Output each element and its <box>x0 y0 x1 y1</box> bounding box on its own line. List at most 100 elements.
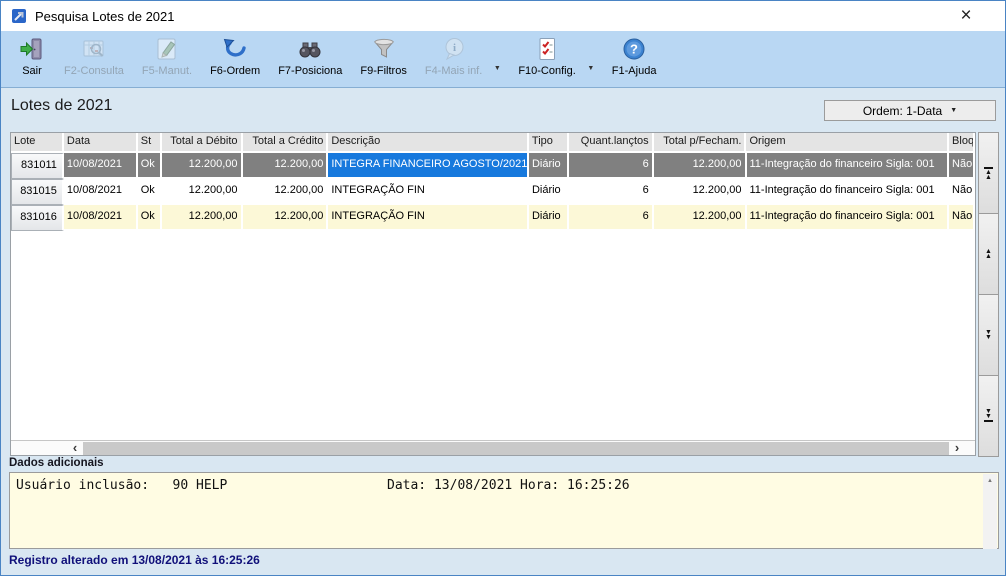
datetime-text: Data: 13/08/2021 Hora: 16:25:26 <box>387 478 630 493</box>
status-text: Registro alterado em 13/08/2021 às 16:25… <box>9 553 260 567</box>
cell-total-p-fecham[interactable]: 12.200,00 <box>654 179 747 205</box>
last-record-button[interactable]: ▼▼ <box>978 375 999 457</box>
cell-tipo[interactable]: Diário <box>529 179 569 205</box>
column-header-descri-o[interactable]: Descrição <box>328 133 529 153</box>
chevron-down-icon[interactable]: ▼ <box>585 65 597 72</box>
column-header-total-p-fecham[interactable]: Total p/Fecham. <box>654 133 747 153</box>
column-header-total-a-cr-dito[interactable]: Total a Crédito <box>243 133 329 153</box>
toolbar-button-label: F4-Mais inf. <box>425 65 482 77</box>
cell-lote[interactable]: 831015 <box>11 179 64 205</box>
cell-descri-o[interactable]: INTEGRA FINANCEIRO AGOSTO/2021 <box>328 153 529 179</box>
order-dropdown[interactable]: Ordem: 1-Data ▼ <box>824 100 996 121</box>
horizontal-scrollbar[interactable]: ‹ › <box>11 440 975 455</box>
toolbar-button-f9-filtros[interactable]: F9-Filtros <box>357 35 409 78</box>
toolbar-button-label: F10-Config. <box>518 65 575 77</box>
toolbar-button-label: F9-Filtros <box>360 65 406 77</box>
chevron-down-icon: ▼ <box>950 107 957 114</box>
toolbar-button-f5-manut: F5-Manut. <box>139 35 195 78</box>
scroll-up-icon[interactable]: ▲ <box>983 474 997 488</box>
cell-total-a-d-bito[interactable]: 12.200,00 <box>162 153 243 179</box>
cell-tipo[interactable]: Diário <box>529 153 569 179</box>
chevron-down-icon[interactable]: ▼ <box>491 65 503 72</box>
cell-bloq[interactable]: Não <box>949 205 975 231</box>
svg-text:?: ? <box>630 42 638 57</box>
cell-data[interactable]: 10/08/2021 <box>64 205 138 231</box>
toolbar-button-f4-mais-inf: i F4-Mais inf. <box>422 35 485 78</box>
cell-total-a-cr-dito[interactable]: 12.200,00 <box>243 205 329 231</box>
column-header-quant-lan-tos[interactable]: Quant.lançtos <box>569 133 654 153</box>
close-button[interactable]: × <box>943 1 989 31</box>
grid-body: 83101110/08/2021Ok12.200,0012.200,00INTE… <box>11 153 975 231</box>
cell-bloq[interactable]: Não <box>949 153 975 179</box>
column-header-st[interactable]: St <box>138 133 162 153</box>
user-inclusion-text: Usuário inclusão: 90 HELP <box>16 478 227 493</box>
column-header-total-a-d-bito[interactable]: Total a Débito <box>162 133 243 153</box>
binoculars-icon <box>297 36 323 62</box>
cell-st[interactable]: Ok <box>138 179 162 205</box>
exit-door-icon <box>19 36 45 62</box>
cell-lote[interactable]: 831016 <box>11 205 64 231</box>
prior-page-button[interactable]: ▲▲ <box>978 213 999 295</box>
app-icon <box>11 8 27 24</box>
cell-descri-o[interactable]: INTEGRAÇÃO FIN <box>328 205 529 231</box>
cell-total-a-cr-dito[interactable]: 12.200,00 <box>243 179 329 205</box>
svg-text:i: i <box>453 42 456 54</box>
cell-st[interactable]: Ok <box>138 153 162 179</box>
cell-lote[interactable]: 831011 <box>11 153 64 179</box>
checklist-icon <box>534 36 560 62</box>
scroll-right-icon[interactable]: › <box>949 440 965 455</box>
cell-data[interactable]: 10/08/2021 <box>64 153 138 179</box>
toolbar-button-label: F7-Posiciona <box>278 65 342 77</box>
additional-data-panel[interactable]: Usuário inclusão: 90 HELP Data: 13/08/20… <box>9 472 999 549</box>
record-nav-strip: ▲▲▲▲▼▼▼▼ <box>978 132 999 456</box>
column-header-data[interactable]: Data <box>64 133 138 153</box>
table-row[interactable]: 83101110/08/2021Ok12.200,0012.200,00INTE… <box>11 153 975 179</box>
first-record-button[interactable]: ▲▲ <box>978 132 999 214</box>
cell-total-p-fecham[interactable]: 12.200,00 <box>654 205 747 231</box>
info-bubble-icon: i <box>441 36 467 62</box>
cell-total-p-fecham[interactable]: 12.200,00 <box>654 153 747 179</box>
column-header-tipo[interactable]: Tipo <box>529 133 569 153</box>
cell-st[interactable]: Ok <box>138 205 162 231</box>
cell-bloq[interactable]: Não <box>949 179 975 205</box>
cell-descri-o[interactable]: INTEGRAÇÃO FIN <box>328 179 529 205</box>
toolbar-button-sair[interactable]: Sair <box>15 35 49 78</box>
table-row[interactable]: 83101510/08/2021Ok12.200,0012.200,00INTE… <box>11 179 975 205</box>
cell-origem[interactable]: 11-Integração do financeiro Sigla: 001 <box>747 205 950 231</box>
table-row[interactable]: 83101610/08/2021Ok12.200,0012.200,00INTE… <box>11 205 975 231</box>
undo-arrow-icon <box>222 36 248 62</box>
toolbar-button-label: F5-Manut. <box>142 65 192 77</box>
scroll-left-icon[interactable]: ‹ <box>67 440 83 455</box>
toolbar-button-label: Sair <box>22 65 42 77</box>
column-header-origem[interactable]: Origem <box>746 133 949 153</box>
order-dropdown-label: Ordem: 1-Data <box>863 104 942 118</box>
grid-header: LoteDataStTotal a DébitoTotal a CréditoD… <box>11 133 975 153</box>
column-header-bloq[interactable]: Bloq <box>949 133 975 153</box>
cell-tipo[interactable]: Diário <box>529 205 569 231</box>
cell-total-a-d-bito[interactable]: 12.200,00 <box>162 179 243 205</box>
cell-total-a-d-bito[interactable]: 12.200,00 <box>162 205 243 231</box>
horizontal-scrollbar-thumb[interactable] <box>83 442 949 455</box>
table-search-icon <box>81 36 107 62</box>
app-window: Pesquisa Lotes de 2021 × Sair F2-Consulta… <box>0 0 1006 576</box>
cell-origem[interactable]: 11-Integração do financeiro Sigla: 001 <box>747 179 950 205</box>
toolbar-button-f6-ordem[interactable]: F6-Ordem <box>207 35 263 78</box>
toolbar-button-f10-config[interactable]: F10-Config. <box>515 35 578 78</box>
column-header-lote[interactable]: Lote <box>11 133 64 153</box>
toolbar-button-f2-consulta: F2-Consulta <box>61 35 127 78</box>
cell-quant-lan-tos[interactable]: 6 <box>569 153 654 179</box>
cell-quant-lan-tos[interactable]: 6 <box>569 179 654 205</box>
additional-data-label: Dados adicionais <box>9 457 104 469</box>
title-bar: Pesquisa Lotes de 2021 × <box>1 1 1005 31</box>
toolbar-button-label: F6-Ordem <box>210 65 260 77</box>
cell-quant-lan-tos[interactable]: 6 <box>569 205 654 231</box>
cell-data[interactable]: 10/08/2021 <box>64 179 138 205</box>
toolbar-button-f1-ajuda[interactable]: ?F1-Ajuda <box>609 35 660 78</box>
cell-origem[interactable]: 11-Integração do financeiro Sigla: 001 <box>747 153 950 179</box>
lotes-grid: LoteDataStTotal a DébitoTotal a CréditoD… <box>10 132 976 456</box>
cell-total-a-cr-dito[interactable]: 12.200,00 <box>243 153 329 179</box>
panel-scrollbar[interactable]: ▲ <box>983 474 997 549</box>
next-page-button[interactable]: ▼▼ <box>978 294 999 376</box>
funnel-icon <box>371 36 397 62</box>
toolbar-button-f7-posiciona[interactable]: F7-Posiciona <box>275 35 345 78</box>
